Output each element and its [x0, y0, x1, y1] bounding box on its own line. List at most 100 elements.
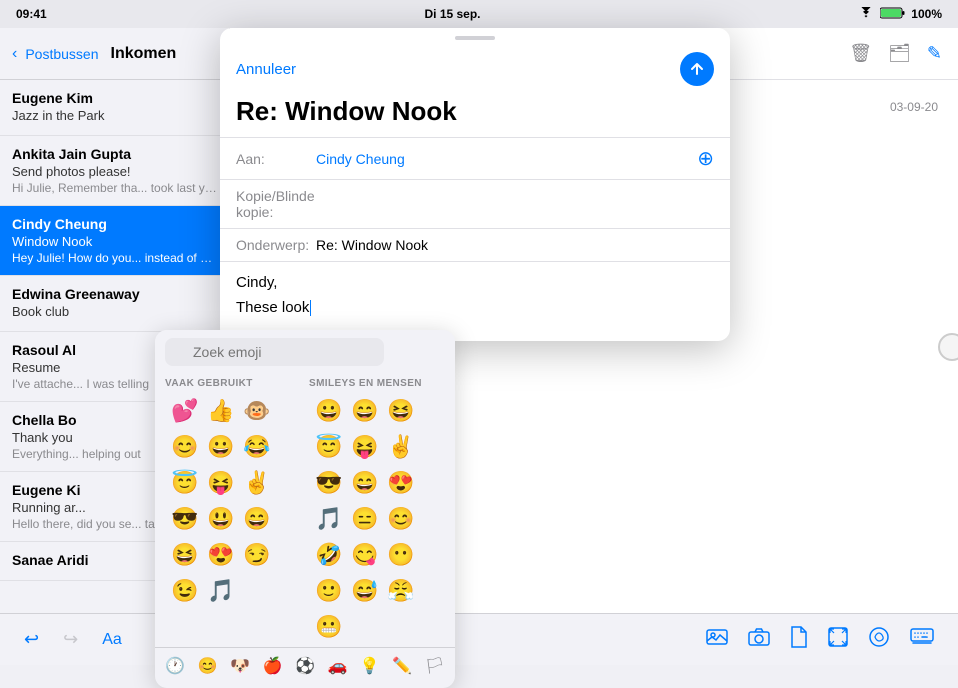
- emoji-cell[interactable]: 👍: [203, 393, 239, 429]
- compose-modal: Annuleer Re: Window Nook Aan: Cindy Cheu…: [220, 28, 730, 341]
- toolbar-left: ↩ ↪ Aa: [20, 625, 126, 654]
- mail-preview: Hi Julie, Remember tha... took last year…: [12, 181, 217, 195]
- frequent-column: VAAK GEBRUIKT 💕👍🐵 😊😀😂 😇😝✌️ 😎😃😄 😆😍😏 😉🎵: [161, 374, 305, 647]
- emoji-cell[interactable]: 🎵: [311, 501, 347, 537]
- redo-button[interactable]: ↪: [59, 625, 82, 654]
- keyboard-button[interactable]: [906, 624, 938, 655]
- emoji-cell[interactable]: 😇: [167, 465, 203, 501]
- emoji-cell[interactable]: 😑: [347, 501, 383, 537]
- emoji-cell[interactable]: 🙂: [311, 573, 347, 609]
- emoji-cell[interactable]: 😄: [239, 501, 275, 537]
- emoji-cell[interactable]: 🤣: [311, 537, 347, 573]
- to-value[interactable]: Cindy Cheung: [316, 151, 697, 167]
- emoji-tab-6[interactable]: 💡: [358, 652, 382, 680]
- smileys-column: SMILEYS EN MENSEN 😀😄😆😇😝✌️😎😄😍🎵😑😊🤣😋😶🙂😅😤😬: [305, 374, 449, 647]
- subject-value[interactable]: Re: Window Nook: [316, 237, 714, 253]
- frequent-title: VAAK GEBRUIKT: [161, 374, 305, 391]
- draw-button[interactable]: [864, 622, 894, 657]
- emoji-cell[interactable]: ✌️: [239, 465, 275, 501]
- emoji-cell[interactable]: 😎: [167, 501, 203, 537]
- emoji-tab-1[interactable]: 😊: [195, 652, 219, 680]
- emoji-cell[interactable]: 😉: [167, 573, 203, 609]
- mail-sender: Cindy Cheung: [12, 216, 217, 232]
- trash-icon[interactable]: 🗑: [849, 43, 872, 64]
- emoji-columns: VAAK GEBRUIKT 💕👍🐵😊😀😂😇😝✌️😎😃😄😆😍😏😉🎵 SMILEYS…: [155, 374, 455, 647]
- subject-label: Onderwerp:: [236, 237, 316, 253]
- emoji-tab-8[interactable]: 🏳: [423, 652, 447, 680]
- mail-item-ankita-jain[interactable]: Ankita Jain Gupta Send photos please! Hi…: [0, 136, 229, 206]
- emoji-cell[interactable]: 😀: [311, 393, 347, 429]
- emoji-cell[interactable]: 😝: [203, 465, 239, 501]
- emoji-cell[interactable]: 😝: [347, 429, 383, 465]
- sidebar-header: ‹ Postbussen Inkomen: [0, 28, 229, 80]
- emoji-cell[interactable]: 😊: [383, 501, 419, 537]
- emoji-tab-0[interactable]: 🕐: [163, 652, 187, 680]
- cancel-button[interactable]: Annuleer: [236, 61, 296, 78]
- wifi-icon: [858, 7, 874, 22]
- compose-body[interactable]: Cindy, These look: [220, 261, 730, 341]
- emoji-picker: 🔍 VAAK GEBRUIKT 💕👍🐵😊😀😂😇😝✌️😎😃😄😆😍😏😉🎵 SMILE…: [155, 330, 455, 688]
- cc-label: Kopie/Blinde kopie:: [236, 188, 316, 220]
- back-button[interactable]: Postbussen: [25, 46, 98, 62]
- mail-sender: Edwina Greenaway: [12, 286, 217, 302]
- emoji-cell[interactable]: 🎵: [203, 573, 239, 609]
- compose-subject-field: Onderwerp: Re: Window Nook: [220, 228, 730, 261]
- back-icon: ‹: [12, 45, 17, 63]
- emoji-cell[interactable]: 😶: [383, 537, 419, 573]
- emoji-cell[interactable]: 😀: [203, 429, 239, 465]
- emoji-cell[interactable]: 😂: [239, 429, 275, 465]
- undo-button[interactable]: ↩: [20, 625, 43, 654]
- emoji-cell[interactable]: 😄: [347, 465, 383, 501]
- mail-item-eugene-kim[interactable]: Eugene Kim Jazz in the Park: [0, 80, 229, 136]
- emoji-cell[interactable]: 🐵: [239, 393, 275, 429]
- aa-button[interactable]: Aa: [98, 627, 126, 653]
- mail-subject: Book club: [12, 304, 217, 319]
- mail-item-edwina-greenaway[interactable]: Edwina Greenaway Book club: [0, 276, 229, 332]
- emoji-cell[interactable]: 😆: [383, 393, 419, 429]
- camera-button[interactable]: [744, 624, 774, 655]
- add-recipient-button[interactable]: ⊕: [697, 146, 714, 171]
- emoji-cell[interactable]: 😏: [239, 537, 275, 573]
- time-display: 09:41: [16, 7, 47, 21]
- mail-item-cindy-cheung[interactable]: Cindy Cheung Window Nook Hey Julie! How …: [0, 206, 229, 276]
- emoji-cell[interactable]: 😄: [347, 393, 383, 429]
- emoji-cell[interactable]: 😇: [311, 429, 347, 465]
- send-button[interactable]: [680, 52, 714, 86]
- bottom-toolbar: ↩ ↪ Aa: [0, 613, 958, 665]
- emoji-tab-7[interactable]: ✏️: [390, 652, 414, 680]
- date-display: Di 15 sep.: [424, 7, 480, 21]
- document-button[interactable]: [786, 622, 812, 657]
- compose-icon[interactable]: ✎: [927, 43, 942, 64]
- image-attach-button[interactable]: [702, 623, 732, 656]
- emoji-tab-3[interactable]: 🍎: [260, 652, 284, 680]
- expand-button[interactable]: [824, 623, 852, 656]
- emoji-cell[interactable]: 😅: [347, 573, 383, 609]
- emoji-search-input[interactable]: [165, 338, 384, 366]
- emoji-cell[interactable]: 😍: [203, 537, 239, 573]
- emoji-cell[interactable]: 😍: [383, 465, 419, 501]
- emoji-tab-4[interactable]: ⚽: [293, 652, 317, 680]
- emoji-cell[interactable]: 😃: [203, 501, 239, 537]
- emoji-cell[interactable]: 😎: [311, 465, 347, 501]
- home-indicator: [938, 333, 958, 361]
- folder-icon[interactable]: 🗂: [888, 43, 911, 64]
- mail-sender: Eugene Kim: [12, 90, 217, 106]
- body-line2: These look: [236, 299, 714, 316]
- mail-subject: Send photos please!: [12, 164, 217, 179]
- emoji-cell[interactable]: 💕: [167, 393, 203, 429]
- mail-sender: Ankita Jain Gupta: [12, 146, 217, 162]
- emoji-cell[interactable]: 😆: [167, 537, 203, 573]
- emoji-cell[interactable]: 😋: [347, 537, 383, 573]
- frequent-grid: 💕👍🐵 😊😀😂 😇😝✌️ 😎😃😄 😆😍😏 😉🎵: [161, 391, 305, 611]
- emoji-search-bar: 🔍: [155, 330, 455, 374]
- emoji-cell[interactable]: 😊: [167, 429, 203, 465]
- smileys-grid: 😀😄😆 😇😝✌️ 😎😄😍 🎵😑😊 🤣😋😶 🙂😅😤 😬: [305, 391, 449, 647]
- emoji-tab-5[interactable]: 🚗: [325, 652, 349, 680]
- emoji-cell[interactable]: 😬: [311, 609, 347, 645]
- mail-subject: Window Nook: [12, 234, 217, 249]
- emoji-cell[interactable]: 😤: [383, 573, 419, 609]
- emoji-tab-2[interactable]: 🐶: [228, 652, 252, 680]
- compose-to-field: Aan: Cindy Cheung ⊕: [220, 137, 730, 179]
- emoji-cell[interactable]: ✌️: [383, 429, 419, 465]
- to-label: Aan:: [236, 151, 316, 167]
